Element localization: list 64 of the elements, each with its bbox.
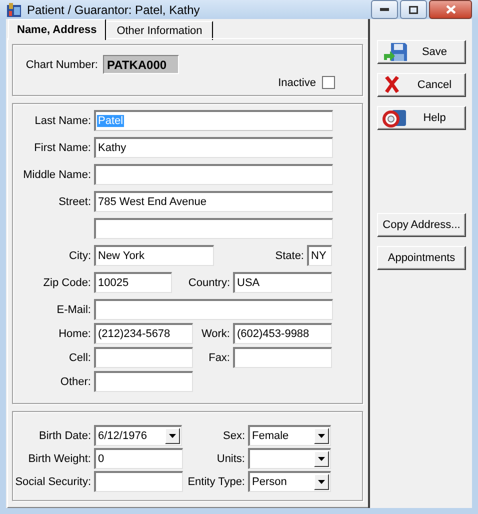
app-icon (6, 2, 22, 18)
dropdown-arrow-icon (318, 480, 325, 484)
field-label: Country: (187, 276, 230, 288)
side-button[interactable]: Copy Address... (377, 213, 466, 237)
field-label: Cell: (68, 352, 91, 364)
field-label: State: (274, 250, 304, 262)
input-field[interactable] (94, 471, 183, 492)
dropdown[interactable] (248, 448, 331, 469)
tab[interactable]: Other Information (106, 21, 214, 40)
field-label: Sex: (222, 430, 245, 442)
input-field[interactable]: (602)453-9988 (233, 323, 332, 344)
maximize-icon (409, 6, 418, 14)
field-label: Entity Type: (186, 476, 245, 488)
input-field[interactable]: 10025 (94, 272, 172, 293)
field-label: Other: (59, 376, 91, 388)
input-field[interactable] (94, 347, 193, 368)
field-label: Zip Code: (42, 276, 91, 288)
dropdown-arrow-icon (169, 434, 176, 438)
input-field[interactable] (94, 218, 333, 239)
floppy-disk-icon (382, 42, 408, 62)
tab[interactable]: Name, Address (8, 19, 106, 40)
field-label: Social Security: (14, 476, 91, 488)
field-label: Birth Date: (38, 430, 91, 442)
maximize-button[interactable] (400, 0, 427, 19)
close-button[interactable] (429, 0, 472, 19)
cancel-button[interactable]: Cancel (377, 73, 466, 97)
input-field[interactable]: Kathy (94, 137, 333, 158)
lifebuoy-icon (382, 108, 408, 128)
field-label: Chart Number: (24, 58, 98, 70)
field-label: Street: (58, 196, 91, 208)
save-button[interactable]: Save (377, 40, 466, 64)
dropdown[interactable]: Person (248, 471, 331, 492)
input-field[interactable]: (212)234-5678 (94, 323, 193, 344)
input-field[interactable]: NY (307, 245, 332, 266)
dropdown[interactable]: 6/12/1976 (94, 425, 182, 446)
field-label: Fax: (208, 352, 230, 364)
minimize-icon (380, 8, 389, 11)
dropdown-arrow-icon (318, 457, 325, 461)
field-label: Units: (216, 452, 245, 464)
field-label: Last Name: (34, 114, 91, 126)
field-label: E-Mail: (56, 304, 91, 316)
input-field[interactable]: 0 (94, 448, 183, 469)
input-field[interactable] (94, 371, 193, 392)
input-field[interactable] (94, 299, 333, 320)
field-label: Home: (58, 328, 91, 340)
side-button[interactable]: Appointments (377, 246, 466, 270)
field-label: City: (68, 250, 91, 262)
dropdown[interactable]: Female (248, 425, 331, 446)
input-field[interactable]: USA (233, 272, 332, 293)
input-field[interactable] (94, 164, 333, 185)
chart-number-field: PATKA000 (103, 55, 179, 74)
window-title: Patient / Guarantor: Patel, Kathy (27, 2, 201, 16)
input-field[interactable]: 785 West End Avenue (94, 191, 333, 212)
input-field[interactable] (233, 347, 332, 368)
minimize-button[interactable] (371, 0, 398, 19)
field-label: Birth Weight: (27, 452, 91, 464)
checkbox-label: Inactive (278, 76, 316, 88)
help-button[interactable]: Help (377, 106, 466, 130)
dropdown-arrow-icon (318, 434, 325, 438)
field-label: Middle Name: (22, 168, 91, 180)
input-field[interactable]: New York (94, 245, 214, 266)
close-icon (446, 5, 456, 14)
field-label: First Name: (33, 142, 91, 154)
field-label: Work: (200, 328, 230, 340)
